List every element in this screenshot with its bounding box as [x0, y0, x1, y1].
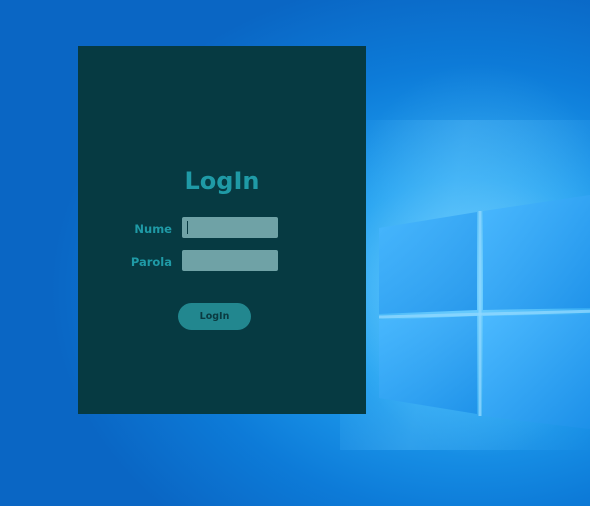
login-title: LogIn	[184, 167, 260, 195]
login-window: LogIn Nume Parola LogIn	[78, 46, 366, 414]
username-label: Nume	[134, 222, 172, 236]
windows-logo-wallpaper	[377, 190, 590, 430]
password-label: Parola	[130, 255, 172, 269]
password-input[interactable]	[182, 250, 278, 271]
login-button[interactable]: LogIn	[178, 303, 251, 330]
text-caret	[187, 221, 188, 234]
username-input[interactable]	[182, 217, 278, 238]
